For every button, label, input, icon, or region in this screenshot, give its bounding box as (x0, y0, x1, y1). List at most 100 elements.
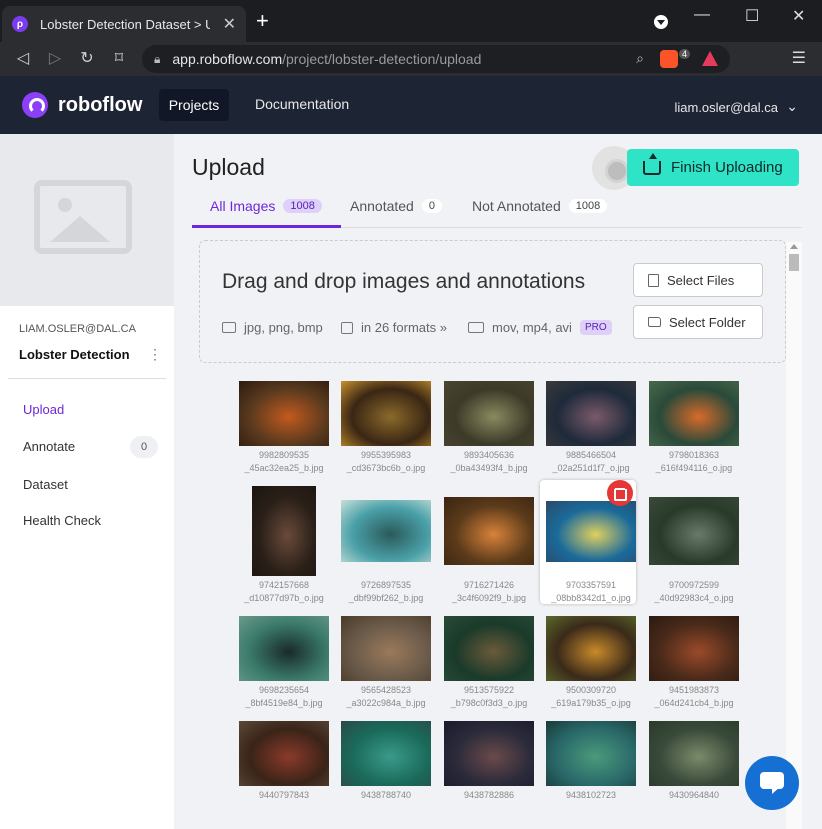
tab-annotated[interactable]: Annotated 0 (350, 198, 442, 214)
image-filename-suffix: _40d92983c4_o.jpg (654, 593, 734, 603)
image-filename-suffix: _616f494116_o.jpg (655, 463, 733, 473)
lobster-photo (649, 497, 739, 565)
lobster-photo (239, 721, 329, 786)
image-filename-suffix: _dbf99bf262_b.jpg (348, 593, 424, 603)
annotation-formats-link[interactable]: in 26 formats » (341, 320, 447, 335)
lobster-photo (341, 721, 431, 786)
pro-badge: PRO (579, 320, 612, 335)
image-thumbnail[interactable]: 9430964840 (643, 717, 745, 829)
tab-close-icon[interactable]: ✕ (223, 14, 236, 34)
tab-label: All Images (210, 198, 276, 214)
image-filename: 9885466504 (565, 450, 617, 460)
lobster-photo (341, 500, 431, 562)
nav-projects[interactable]: Projects (159, 89, 229, 121)
back-icon[interactable]: ◁ (12, 48, 34, 68)
bookmark-icon[interactable]: ⌑ (108, 48, 130, 68)
brave-shield-icon[interactable] (660, 50, 678, 68)
new-tab-button[interactable]: + (256, 10, 269, 32)
image-filename-suffix: _0ba43493f4_b.jpg (450, 463, 528, 473)
chevron-down-icon[interactable]: ⌄ (786, 98, 798, 115)
select-folder-label: Select Folder (669, 314, 746, 330)
lobster-photo (239, 616, 329, 681)
image-filename-suffix: _a3022c984a_b.jpg (346, 698, 426, 708)
url-text: app.roboflow.com/project/lobster-detecti… (172, 51, 482, 67)
image-filename: 9438788740 (360, 790, 412, 800)
dropzone-title: Drag and drop images and annotations (222, 270, 586, 293)
image-thumbnail[interactable]: 9438782886 (438, 717, 540, 829)
image-thumbnail[interactable]: 9703357591 _08bb8342d1_o.jpg (540, 480, 642, 608)
scrollbar-thumb[interactable] (789, 254, 799, 271)
file-icon (648, 273, 659, 287)
sidebar-item-annotate[interactable]: Annotate (23, 439, 75, 454)
image-formats-text: jpg, png, bmp (244, 320, 323, 335)
tab-search-icon[interactable] (654, 15, 668, 29)
image-filename-suffix: _08bb8342d1_o.jpg (551, 593, 631, 603)
maximize-button[interactable]: ☐ (745, 6, 759, 26)
delete-image-icon[interactable] (607, 480, 633, 506)
page-title: Upload (192, 154, 265, 180)
image-thumbnail[interactable]: 9700972599 _40d92983c4_o.jpg (643, 482, 745, 608)
finish-uploading-label: Finish Uploading (671, 159, 783, 176)
image-filename: 9955395983 (360, 450, 412, 460)
image-thumbnail[interactable]: 9716271426 _3c4f6092f9_b.jpg (438, 482, 540, 608)
scrollbar[interactable] (786, 242, 802, 829)
zoom-icon[interactable]: ⌕ (636, 50, 644, 67)
image-filename: 9798018363 (668, 450, 720, 460)
sidebar-item-upload[interactable]: Upload (23, 402, 64, 417)
video-icon (468, 322, 484, 333)
browser-toolbar: ◁ ▷ ↻ ⌑ 🔒︎ app.roboflow.com/project/lobs… (0, 42, 822, 76)
image-filename: 9726897535 (360, 580, 412, 590)
image-filename: 9440797843 (258, 790, 310, 800)
select-folder-button[interactable]: Select Folder (633, 305, 763, 339)
active-tab-indicator (192, 225, 341, 228)
image-thumbnail[interactable]: 9440797843 (233, 717, 335, 829)
lobster-photo (649, 616, 739, 681)
chat-support-button[interactable] (745, 756, 799, 810)
image-thumbnail[interactable]: 9438788740 (335, 717, 437, 829)
brave-rewards-icon[interactable] (702, 51, 718, 66)
tab-all-images[interactable]: All Images 1008 (210, 198, 322, 214)
forward-icon[interactable]: ▷ (44, 48, 66, 68)
video-formats-text: mov, mp4, avi (492, 320, 572, 335)
address-bar[interactable]: 🔒︎ app.roboflow.com/project/lobster-dete… (142, 45, 730, 73)
finish-uploading-button[interactable]: Finish Uploading (627, 149, 799, 186)
image-filename: 9451983873 (668, 685, 720, 695)
image-filename: 9982809535 (258, 450, 310, 460)
select-files-button[interactable]: Select Files (633, 263, 763, 297)
sidebar-item-health-check[interactable]: Health Check (23, 513, 101, 528)
image-filename: 9438102723 (565, 790, 617, 800)
image-filename: 9700972599 (668, 580, 720, 590)
sidebar-item-dataset[interactable]: Dataset (23, 477, 68, 492)
window-close-button[interactable]: ✕ (792, 6, 805, 26)
tab-count-badge: 0 (421, 199, 442, 213)
upload-dropzone[interactable]: Drag and drop images and annotations jpg… (199, 240, 786, 363)
image-filename: 9565428523 (360, 685, 412, 695)
browser-menu-icon[interactable]: ☰ (792, 48, 806, 68)
logo-text[interactable]: roboflow (58, 94, 142, 117)
project-thumbnail (0, 134, 174, 306)
more-options-icon[interactable]: ⋮ (148, 346, 162, 363)
image-filename-suffix: _b798c0f3d3_o.jpg (450, 698, 528, 708)
lobster-photo (649, 721, 739, 786)
nav-documentation[interactable]: Documentation (255, 96, 349, 112)
image-filename-suffix: _8bf4519e84_b.jpg (245, 698, 323, 708)
user-menu[interactable]: liam.osler@dal.ca (674, 100, 778, 115)
image-thumbnail[interactable]: 9742157668 _d10877d97b_o.jpg (233, 482, 335, 608)
roboflow-favicon-icon: ρ (12, 16, 28, 32)
browser-tab[interactable]: ρ Lobster Detection Dataset > Uplo ✕ (2, 6, 246, 42)
roboflow-logo-icon[interactable] (22, 92, 48, 118)
tab-not-annotated[interactable]: Not Annotated 1008 (472, 198, 608, 214)
image-thumbnail[interactable]: 9726897535 _dbf99bf262_b.jpg (335, 482, 437, 608)
tab-title: Lobster Detection Dataset > Uplo (40, 16, 210, 32)
minimize-button[interactable]: — (694, 6, 710, 24)
lobster-photo (444, 721, 534, 786)
select-files-label: Select Files (667, 272, 735, 288)
reload-icon[interactable]: ↻ (76, 48, 98, 68)
image-filename: 9703357591 (565, 580, 617, 590)
image-filename-suffix: _45ac32ea25_b.jpg (244, 463, 324, 473)
image-thumbnail[interactable]: 9438102723 (540, 717, 642, 829)
tab-count-badge: 1008 (283, 199, 322, 213)
lobster-photo (649, 381, 739, 446)
lobster-photo (341, 616, 431, 681)
scroll-up-icon[interactable] (790, 244, 798, 249)
